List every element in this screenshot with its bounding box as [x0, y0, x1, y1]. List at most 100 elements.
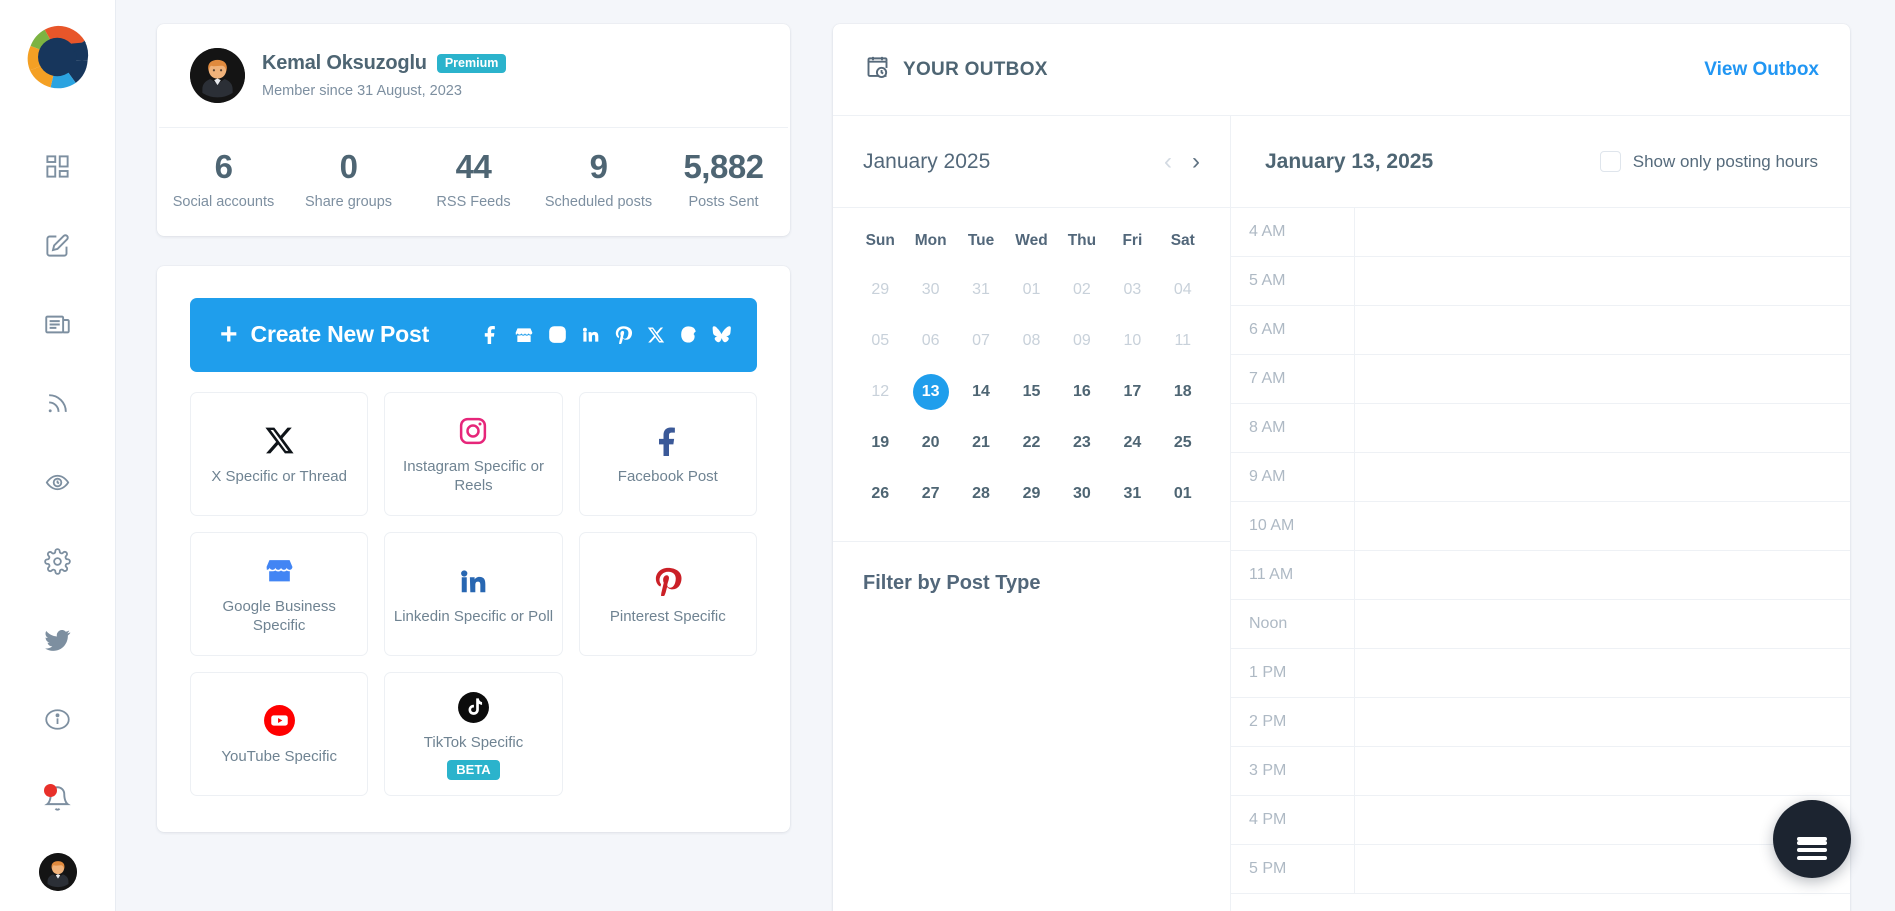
- time-slot-row[interactable]: 6 AM: [1231, 306, 1850, 355]
- time-slot-label: 11 AM: [1231, 551, 1355, 599]
- calendar-day[interactable]: 06: [905, 315, 955, 366]
- chevron-right-icon[interactable]: ›: [1192, 149, 1200, 174]
- time-slot-body[interactable]: [1355, 208, 1850, 256]
- create-new-post-button[interactable]: + Create New Post: [190, 297, 757, 372]
- tile-instagram-specific[interactable]: Instagram Specific or Reels: [384, 391, 563, 516]
- sidebar-item-compose[interactable]: [28, 215, 88, 275]
- time-slot-label: 5 PM: [1231, 845, 1355, 893]
- tile-youtube-specific[interactable]: YouTube Specific: [190, 671, 369, 796]
- time-slot-row[interactable]: 3 PM: [1231, 747, 1850, 796]
- calendar-day[interactable]: 01: [1158, 468, 1208, 519]
- calendar-day[interactable]: 04: [1158, 264, 1208, 315]
- calendar-day[interactable]: 26: [855, 468, 905, 519]
- chevron-left-icon[interactable]: ‹: [1164, 149, 1172, 174]
- tile-facebook-post[interactable]: Facebook Post: [578, 391, 757, 516]
- time-slot-body[interactable]: [1355, 453, 1850, 501]
- time-slot-body[interactable]: [1355, 404, 1850, 452]
- time-slot-row[interactable]: 5 AM: [1231, 257, 1850, 306]
- tile-x-specific[interactable]: X Specific or Thread: [190, 391, 369, 516]
- calendar-day[interactable]: 30: [905, 264, 955, 315]
- sidebar-avatar[interactable]: [38, 853, 77, 891]
- calendar-day[interactable]: 09: [1057, 315, 1107, 366]
- stat-label: Share groups: [304, 193, 393, 210]
- calendar-day[interactable]: 16: [1057, 366, 1107, 417]
- calendar-day[interactable]: 31: [1107, 468, 1157, 519]
- time-slot-body[interactable]: [1355, 600, 1850, 648]
- calendar-day[interactable]: 10: [1107, 315, 1157, 366]
- plus-icon: +: [220, 317, 238, 351]
- calendar-day[interactable]: 12: [855, 366, 905, 417]
- calendar-day[interactable]: 08: [1006, 315, 1056, 366]
- calendar-day[interactable]: 29: [1006, 468, 1056, 519]
- history-icon: [44, 469, 71, 496]
- time-slot-row[interactable]: 1 PM: [1231, 649, 1850, 698]
- app-logo[interactable]: [21, 20, 95, 94]
- time-slot-row[interactable]: 10 AM: [1231, 502, 1850, 551]
- tile-google-business-specific[interactable]: Google Business Specific: [190, 531, 369, 656]
- calendar-day[interactable]: 31: [956, 264, 1006, 315]
- checkbox[interactable]: [1599, 151, 1621, 172]
- calendar-day[interactable]: 29: [855, 264, 905, 315]
- tile-label: Pinterest Specific: [609, 607, 726, 625]
- calendar-day[interactable]: 01: [1006, 264, 1056, 315]
- sidebar-item-info[interactable]: [28, 689, 88, 749]
- sidebar-item-settings[interactable]: [28, 531, 88, 591]
- calendar-day[interactable]: 11: [1158, 315, 1208, 366]
- calendar-day[interactable]: 15: [1006, 366, 1056, 417]
- time-slot-row[interactable]: 5 PM: [1231, 845, 1850, 894]
- time-slot-row[interactable]: 8 AM: [1231, 404, 1850, 453]
- time-slot-row[interactable]: 11 AM: [1231, 551, 1850, 600]
- time-slot-body[interactable]: [1355, 551, 1850, 599]
- show-only-posting-hours-toggle[interactable]: Show only posting hours: [1599, 151, 1818, 172]
- tile-tiktok-specific[interactable]: TikTok Specific BETA: [384, 671, 563, 796]
- time-slot-row[interactable]: 9 AM: [1231, 453, 1850, 502]
- twitter-icon: [44, 627, 71, 654]
- calendar-day[interactable]: 23: [1057, 417, 1107, 468]
- calendar-day[interactable]: 03: [1107, 264, 1157, 315]
- tile-pinterest-specific[interactable]: Pinterest Specific: [578, 531, 757, 656]
- sidebar-item-twitter[interactable]: [28, 610, 88, 670]
- calendar-day[interactable]: 21: [956, 417, 1006, 468]
- calendar-day[interactable]: 05: [855, 315, 905, 366]
- google-business-icon: [264, 552, 295, 590]
- time-slot-body[interactable]: [1355, 747, 1850, 795]
- time-slot-body[interactable]: [1355, 257, 1850, 305]
- time-slot-body[interactable]: [1355, 698, 1850, 746]
- calendar-day-selected[interactable]: 13: [905, 366, 955, 417]
- time-slot-body[interactable]: [1355, 649, 1850, 697]
- view-outbox-link[interactable]: View Outbox: [1704, 59, 1819, 81]
- calendar-day[interactable]: 18: [1158, 366, 1208, 417]
- time-slot-row[interactable]: 2 PM: [1231, 698, 1850, 747]
- calendar-day[interactable]: 30: [1057, 468, 1107, 519]
- sidebar-item-content[interactable]: [28, 294, 88, 354]
- calendar-day[interactable]: 14: [956, 366, 1006, 417]
- calendar-day[interactable]: 02: [1057, 264, 1107, 315]
- sidebar-item-notifications[interactable]: [28, 768, 88, 828]
- calendar-day[interactable]: 07: [956, 315, 1006, 366]
- calendar-day[interactable]: 22: [1006, 417, 1056, 468]
- sidebar-item-history[interactable]: [28, 452, 88, 512]
- dow-fri: Fri: [1122, 232, 1143, 249]
- tile-linkedin-specific[interactable]: Linkedin Specific or Poll: [384, 531, 563, 656]
- time-slot-body[interactable]: [1355, 502, 1850, 550]
- time-slot-label: 7 AM: [1231, 355, 1355, 403]
- time-slot-row[interactable]: 4 AM: [1231, 208, 1850, 257]
- calendar-day[interactable]: 19: [855, 417, 905, 468]
- time-slot-row[interactable]: Noon: [1231, 600, 1850, 649]
- tile-label: Google Business Specific: [222, 597, 336, 635]
- floating-menu-button[interactable]: [1773, 800, 1851, 878]
- sidebar-item-dashboard[interactable]: [28, 136, 88, 196]
- calendar-day[interactable]: 24: [1107, 417, 1157, 468]
- time-slot-body[interactable]: [1355, 355, 1850, 403]
- linkedin-icon: [581, 325, 600, 344]
- calendar-day[interactable]: 27: [905, 468, 955, 519]
- calendar-day[interactable]: 20: [905, 417, 955, 468]
- sidebar-item-rss[interactable]: [28, 373, 88, 433]
- calendar-day[interactable]: 17: [1107, 366, 1157, 417]
- time-slot-row[interactable]: 7 AM: [1231, 355, 1850, 404]
- calendar-day[interactable]: 25: [1158, 417, 1208, 468]
- time-slot-row[interactable]: 4 PM: [1231, 796, 1850, 845]
- calendar-day[interactable]: 28: [956, 468, 1006, 519]
- outbox-card: YOUR OUTBOX View Outbox January 2025 ‹ ›: [833, 24, 1850, 911]
- time-slot-body[interactable]: [1355, 306, 1850, 354]
